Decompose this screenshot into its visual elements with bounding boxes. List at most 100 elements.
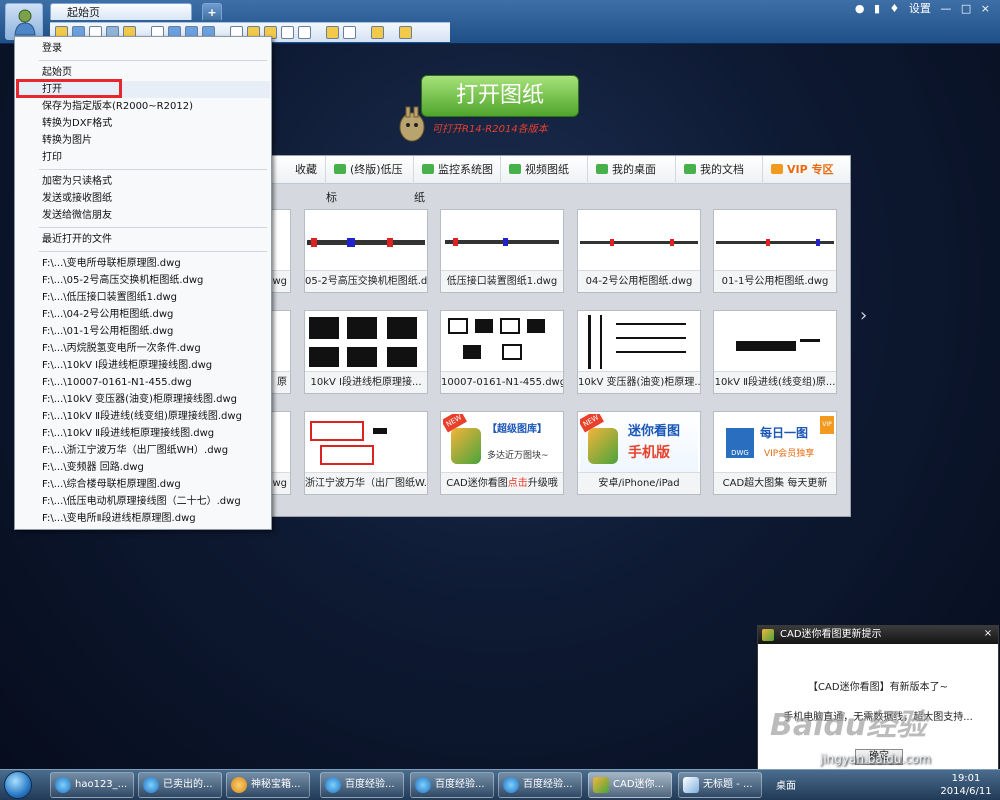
menu-item-encrypt[interactable]: 加密为只读格式 [16, 173, 270, 190]
menu-item-save-as-version[interactable]: 保存为指定版本(R2000~R2012) [16, 98, 270, 115]
recent-file-item[interactable]: F:\...\综合楼母联柜原理图.dwg [16, 476, 270, 493]
promo-thumbnail: NEW 【超级图库】 多达近万图块~ [443, 414, 561, 472]
recent-file-item[interactable]: F:\...\04-2号公用柜图纸.dwg [16, 306, 270, 323]
wechat-icon[interactable]: ● [855, 2, 865, 15]
desktop-toolbar-label[interactable]: 桌面 [776, 777, 796, 792]
maximize-button[interactable]: □ [961, 2, 971, 15]
drawing-card[interactable]: 10kV 变压器(油变)柜原理... [577, 310, 701, 394]
taskbar-item[interactable]: 百度经验... [498, 772, 582, 798]
measure-icon[interactable] [326, 26, 339, 39]
user-center-icon[interactable]: ♦ [890, 2, 900, 15]
menu-item-print[interactable]: 打印 [16, 149, 270, 166]
recent-file-item[interactable]: F:\...\10kV 变压器(油变)柜原理接线图.dwg [16, 391, 270, 408]
system-clock[interactable]: 19:01 2014/6/11 [938, 772, 994, 798]
category-documents[interactable]: 我的文档 [676, 156, 763, 184]
taskbar-item[interactable]: 神秘宝箱... [226, 772, 310, 798]
ie-icon [325, 777, 341, 793]
category-video[interactable]: 视频图纸 [501, 156, 588, 184]
drawing-card[interactable]: 10kV Ⅰ段进线柜原理接... [304, 310, 428, 394]
recent-file-item[interactable]: F:\...\浙江宁波万华（出厂图纸WH）.dwg [16, 442, 270, 459]
recent-file-item[interactable]: F:\...\低压电动机原理接线图（二十七）.dwg [16, 493, 270, 510]
recent-file-item[interactable]: F:\...\05-2号高压交换机柜图纸.dwg [16, 272, 270, 289]
drawing-thumbnail [307, 414, 425, 472]
drawing-card[interactable]: 低压接口装置图纸1.dwg [440, 209, 564, 293]
recent-file-item[interactable]: F:\...\低压接口装置图纸1.dwg [16, 289, 270, 306]
recent-file-item[interactable]: F:\...\10kV Ⅰ段进线柜原理接线图.dwg [16, 357, 270, 374]
minimize-button[interactable]: — [940, 2, 951, 15]
drawing-card[interactable]: 05-2号高压交换机柜图纸.d... [304, 209, 428, 293]
taskbar-item[interactable]: 百度经验... [320, 772, 404, 798]
recent-file-item[interactable]: F:\...\10kV Ⅱ段进线(线变组)原理接线图.dwg [16, 408, 270, 425]
menu-item-convert-image[interactable]: 转换为图片 [16, 132, 270, 149]
promo-daily-drawing[interactable]: DWG 每日一图 VIP会员独享 VIP CAD超大图集 每天更新 [713, 411, 837, 495]
user-icon [14, 9, 36, 36]
drawing-card[interactable]: 01-1号公用柜图纸.dwg [713, 209, 837, 293]
recent-file-item[interactable]: F:\...\变频器 回路.dwg [16, 459, 270, 476]
menu-separator [39, 60, 267, 61]
version-note: 可打开R14-R2014各版本 [432, 124, 548, 135]
undo-icon[interactable] [281, 26, 294, 39]
drawing-card[interactable]: 10007-0161-N1-455.dwg [440, 310, 564, 394]
drawing-card[interactable]: 浙江宁波万华（出厂图纸W... [304, 411, 428, 495]
taskbar-item-active[interactable]: CAD迷你... [588, 772, 672, 798]
app-logo-icon [588, 428, 618, 464]
vip-icon [771, 164, 783, 174]
popup-title: CAD迷你看图更新提示 [780, 629, 882, 640]
taskbar-item[interactable]: 已卖出的... [138, 772, 222, 798]
mail-icon [509, 164, 521, 174]
recent-file-item[interactable]: F:\...\变电所Ⅱ段进线柜原理图.dwg [16, 510, 270, 527]
menu-item-send-wechat[interactable]: 发送给微信朋友 [16, 207, 270, 224]
drawing-thumbnail [307, 313, 425, 371]
menu-item-login[interactable]: 登录 [16, 40, 270, 57]
phone-icon[interactable]: ▮ [874, 2, 880, 15]
category-monitoring[interactable]: 监控系统图纸 [414, 156, 501, 204]
area-icon[interactable] [343, 26, 356, 39]
next-page-arrow[interactable]: › [860, 305, 867, 326]
vip-badge: VIP [820, 416, 834, 434]
menu-item-send-receive[interactable]: 发送或接收图纸 [16, 190, 270, 207]
taskbar-item[interactable]: hao123_... [50, 772, 134, 798]
drawing-card[interactable]: 04-2号公用柜图纸.dwg [577, 209, 701, 293]
popup-close-button[interactable]: × [981, 627, 995, 641]
menu-item-convert-dxf[interactable]: 转换为DXF格式 [16, 115, 270, 132]
taskbar-item[interactable]: 无标题 - ... [678, 772, 762, 798]
recent-file-item[interactable]: F:\...\10007-0161-N1-455.dwg [16, 374, 270, 391]
start-button[interactable] [4, 771, 32, 799]
app-logo-icon [762, 629, 774, 641]
file-menu: 登录 起始页 打开 保存为指定版本(R2000~R2012) 转换为DXF格式 … [14, 36, 272, 530]
ie-icon [503, 777, 519, 793]
drawing-thumbnail [716, 313, 834, 371]
new-tab-button[interactable]: + [202, 3, 222, 20]
taskbar: hao123_... 已卖出的... 神秘宝箱... 百度经验... 百度经验.… [0, 769, 1000, 800]
document-icon [684, 164, 696, 174]
promo-mobile-version[interactable]: NEW 迷你看图 手机版 安卓/iPhone/iPad [577, 411, 701, 495]
start-page-panel: 收藏 (终版)低压标 监控系统图纸 视频图纸 我的桌面 我的文档 VIP 专区 … [167, 155, 851, 517]
category-vip[interactable]: VIP 专区 [763, 156, 850, 184]
layers-icon[interactable] [371, 26, 384, 39]
dwg-badge: DWG [726, 428, 754, 458]
close-button[interactable]: × [981, 2, 990, 15]
recent-file-item[interactable]: F:\...\丙烷脱氢变电所一次条件.dwg [16, 340, 270, 357]
desktop-icon [596, 164, 608, 174]
promo-super-library[interactable]: NEW 【超级图库】 多达近万图块~ CAD迷你看图点击升级哦 [440, 411, 564, 495]
recent-file-item[interactable]: F:\...\10kV Ⅱ段进线柜原理接线图.dwg [16, 425, 270, 442]
open-drawing-button[interactable]: 打开图纸 [421, 75, 579, 117]
drawing-thumbnail [580, 212, 698, 270]
promo-thumbnail: DWG 每日一图 VIP会员独享 VIP [716, 414, 834, 472]
category-desktop[interactable]: 我的桌面 [588, 156, 676, 184]
category-low-voltage[interactable]: (终版)低压标 [326, 156, 414, 204]
drawing-card[interactable]: 10kV Ⅱ段进线(线变组)原... [713, 310, 837, 394]
category-favorites[interactable]: 收藏 [271, 156, 326, 184]
redo-icon[interactable] [298, 26, 311, 39]
drawing-thumbnail [716, 212, 834, 270]
recent-file-item[interactable]: F:\...\01-1号公用柜图纸.dwg [16, 323, 270, 340]
app-logo-icon [451, 428, 481, 464]
star-icon [279, 164, 291, 174]
drawing-thumbnail [580, 313, 698, 371]
recent-file-item[interactable]: F:\...\变电所母联柜原理图.dwg [16, 255, 270, 272]
edit-icon[interactable] [399, 26, 412, 39]
taskbar-item[interactable]: 百度经验... [410, 772, 494, 798]
user-avatar-button[interactable] [5, 3, 43, 40]
settings-button[interactable]: 设置 [909, 2, 931, 15]
tab-start-page[interactable]: 起始页 [50, 3, 192, 20]
